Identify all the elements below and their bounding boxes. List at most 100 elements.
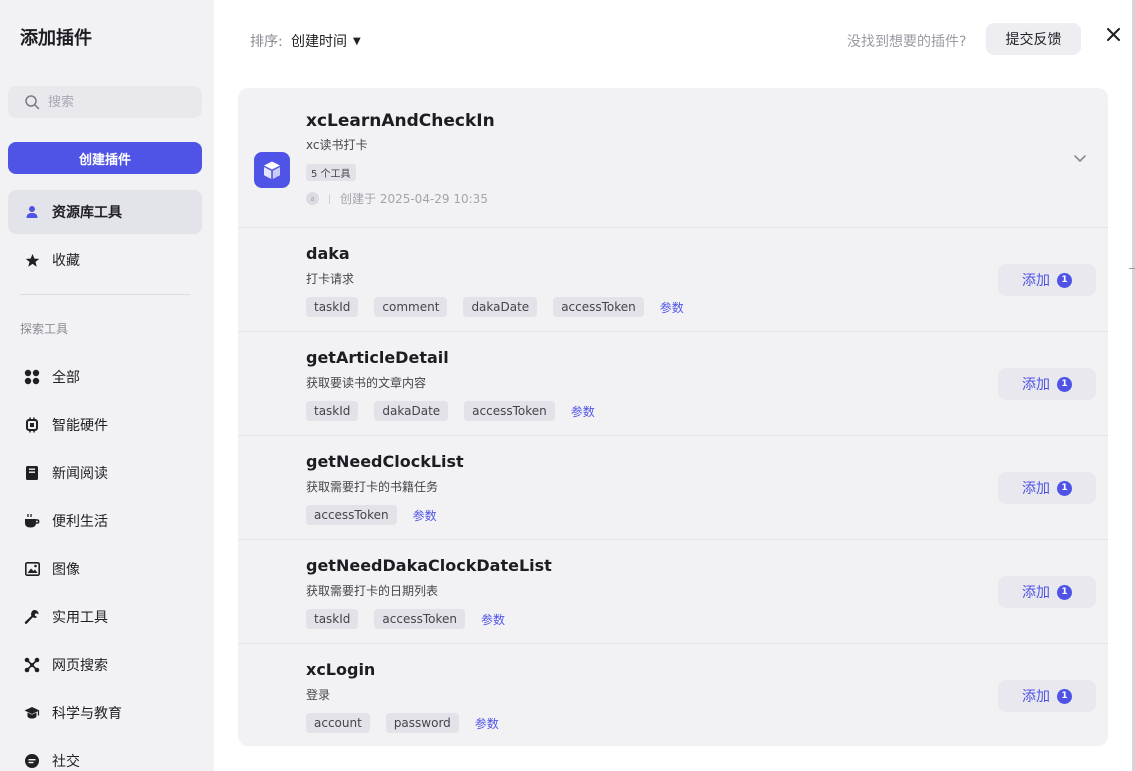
param-tag: accessToken <box>374 609 465 629</box>
sidebar-item-label: 实用工具 <box>52 610 108 626</box>
add-tool-button[interactable]: 添加 1 <box>998 368 1096 400</box>
sidebar-item-science-education[interactable]: 科学与教育 <box>8 691 202 735</box>
tool-description: 获取需要打卡的日期列表 <box>306 584 439 598</box>
feedback-button[interactable]: 提交反馈 <box>986 23 1081 55</box>
tool-description: 获取需要打卡的书籍任务 <box>306 480 439 494</box>
sidebar-item-library-tools[interactable]: 资源库工具 <box>8 190 202 234</box>
params-link[interactable]: 参数 <box>413 507 437 524</box>
tool-row: xcLogin 登录 account password 参数 添加 1 <box>238 644 1108 746</box>
book-icon <box>24 465 40 481</box>
plugin-description: xc读书打卡 <box>306 138 368 152</box>
close-icon <box>1106 27 1120 41</box>
create-plugin-button[interactable]: 创建插件 <box>8 142 202 174</box>
sidebar-item-news-reading[interactable]: 新闻阅读 <box>8 451 202 495</box>
window-edge-tick <box>1129 268 1135 269</box>
param-tag: account <box>306 713 370 733</box>
add-label: 添加 <box>1022 689 1050 705</box>
chip-icon <box>24 417 40 433</box>
add-tool-button[interactable]: 添加 1 <box>998 264 1096 296</box>
meta-separator <box>329 193 330 204</box>
tool-params: taskId comment dakaDate accessToken 参数 <box>306 297 684 317</box>
count-badge: 1 <box>1057 584 1072 600</box>
sidebar-item-web-search[interactable]: 网页搜索 <box>8 643 202 687</box>
sidebar-item-label: 全部 <box>52 370 80 386</box>
coffee-icon <box>24 513 40 529</box>
plugin-header[interactable]: xcLearnAndCheckIn xc读书打卡 5 个工具 a 创建于 202… <box>238 88 1108 228</box>
count-badge: 1 <box>1057 480 1072 496</box>
sidebar-item-image[interactable]: 图像 <box>8 547 202 591</box>
graduation-cap-icon <box>24 705 40 721</box>
params-link[interactable]: 参数 <box>571 403 595 420</box>
add-tool-button[interactable]: 添加 1 <box>998 576 1096 608</box>
sidebar-item-social[interactable]: 社交 <box>8 739 202 771</box>
param-tag: taskId <box>306 609 359 629</box>
wrench-icon <box>24 609 40 625</box>
user-icon <box>24 204 40 220</box>
tool-count-badge: 5 个工具 <box>306 164 356 181</box>
param-tag: comment <box>374 297 448 317</box>
add-tool-button[interactable]: 添加 1 <box>998 472 1096 504</box>
search-input[interactable] <box>48 94 188 110</box>
param-tag: taskId <box>306 401 359 421</box>
tool-params: taskId dakaDate accessToken 参数 <box>306 401 595 421</box>
sidebar-item-label: 社交 <box>52 754 80 770</box>
sidebar-item-favorites[interactable]: 收藏 <box>8 238 202 282</box>
sort-label: 排序: <box>250 34 283 50</box>
count-badge: 1 <box>1057 272 1072 288</box>
plugin-panel: xcLearnAndCheckIn xc读书打卡 5 个工具 a 创建于 202… <box>238 88 1108 746</box>
count-badge: 1 <box>1057 376 1072 392</box>
sidebar-item-label: 网页搜索 <box>52 658 108 674</box>
tool-params: account password 参数 <box>306 713 499 733</box>
count-badge: 1 <box>1057 688 1072 704</box>
created-time: 创建于 2025-04-29 10:35 <box>340 192 488 206</box>
tool-params: accessToken 参数 <box>306 505 437 525</box>
plugin-meta: a 创建于 2025-04-29 10:35 <box>306 190 488 207</box>
tool-row: daka 打卡请求 taskId comment dakaDate access… <box>238 228 1108 332</box>
sidebar-item-convenient-life[interactable]: 便利生活 <box>8 499 202 543</box>
cube-icon <box>254 152 290 188</box>
tool-name: getNeedClockList <box>306 452 464 471</box>
sidebar: 添加插件 创建插件 资源库工具 收藏 探索工具 全部 智能硬件 新闻阅读 <box>0 0 214 771</box>
param-tag: dakaDate <box>463 297 538 317</box>
sort-dropdown[interactable]: 创建时间 ▼ <box>291 31 361 51</box>
sidebar-item-label: 科学与教育 <box>52 706 122 722</box>
param-tag: accessToken <box>553 297 644 317</box>
tool-name: daka <box>306 244 350 263</box>
sidebar-item-label: 智能硬件 <box>52 418 108 434</box>
plugin-name: xcLearnAndCheckIn <box>306 111 495 131</box>
chevron-down-icon[interactable] <box>1072 150 1088 166</box>
params-link[interactable]: 参数 <box>481 611 505 628</box>
tool-description: 获取要读书的文章内容 <box>306 376 427 390</box>
sort-value: 创建时间 <box>291 34 347 50</box>
tool-row: getNeedDakaClockDateList 获取需要打卡的日期列表 tas… <box>238 540 1108 644</box>
add-tool-button[interactable]: 添加 1 <box>998 680 1096 712</box>
param-tag: accessToken <box>464 401 555 421</box>
param-tag: password <box>385 713 459 733</box>
sidebar-title: 添加插件 <box>20 28 92 49</box>
network-icon <box>24 657 40 673</box>
sidebar-item-label: 便利生活 <box>52 514 108 530</box>
close-button[interactable] <box>1104 25 1122 43</box>
add-label: 添加 <box>1022 481 1050 497</box>
add-label: 添加 <box>1022 273 1050 289</box>
tool-name: xcLogin <box>306 660 376 679</box>
tool-row: getArticleDetail 获取要读书的文章内容 taskId dakaD… <box>238 332 1108 436</box>
params-link[interactable]: 参数 <box>475 715 499 732</box>
params-link[interactable]: 参数 <box>660 299 684 316</box>
param-tag: accessToken <box>306 505 397 525</box>
tool-row: getNeedClockList 获取需要打卡的书籍任务 accessToken… <box>238 436 1108 540</box>
sidebar-item-label: 新闻阅读 <box>52 466 108 482</box>
sidebar-item-all[interactable]: 全部 <box>8 355 202 399</box>
sidebar-item-label: 收藏 <box>52 253 80 269</box>
search-box[interactable] <box>8 86 202 118</box>
sidebar-item-smart-hardware[interactable]: 智能硬件 <box>8 403 202 447</box>
grid-icon <box>24 369 40 385</box>
avatar: a <box>306 192 319 205</box>
tool-description: 打卡请求 <box>306 272 355 286</box>
caret-down-icon: ▼ <box>353 35 361 47</box>
tool-name: getNeedDakaClockDateList <box>306 556 552 575</box>
chat-icon <box>24 753 40 769</box>
param-tag: dakaDate <box>374 401 449 421</box>
search-icon <box>25 95 40 110</box>
sidebar-item-utility-tools[interactable]: 实用工具 <box>8 595 202 639</box>
